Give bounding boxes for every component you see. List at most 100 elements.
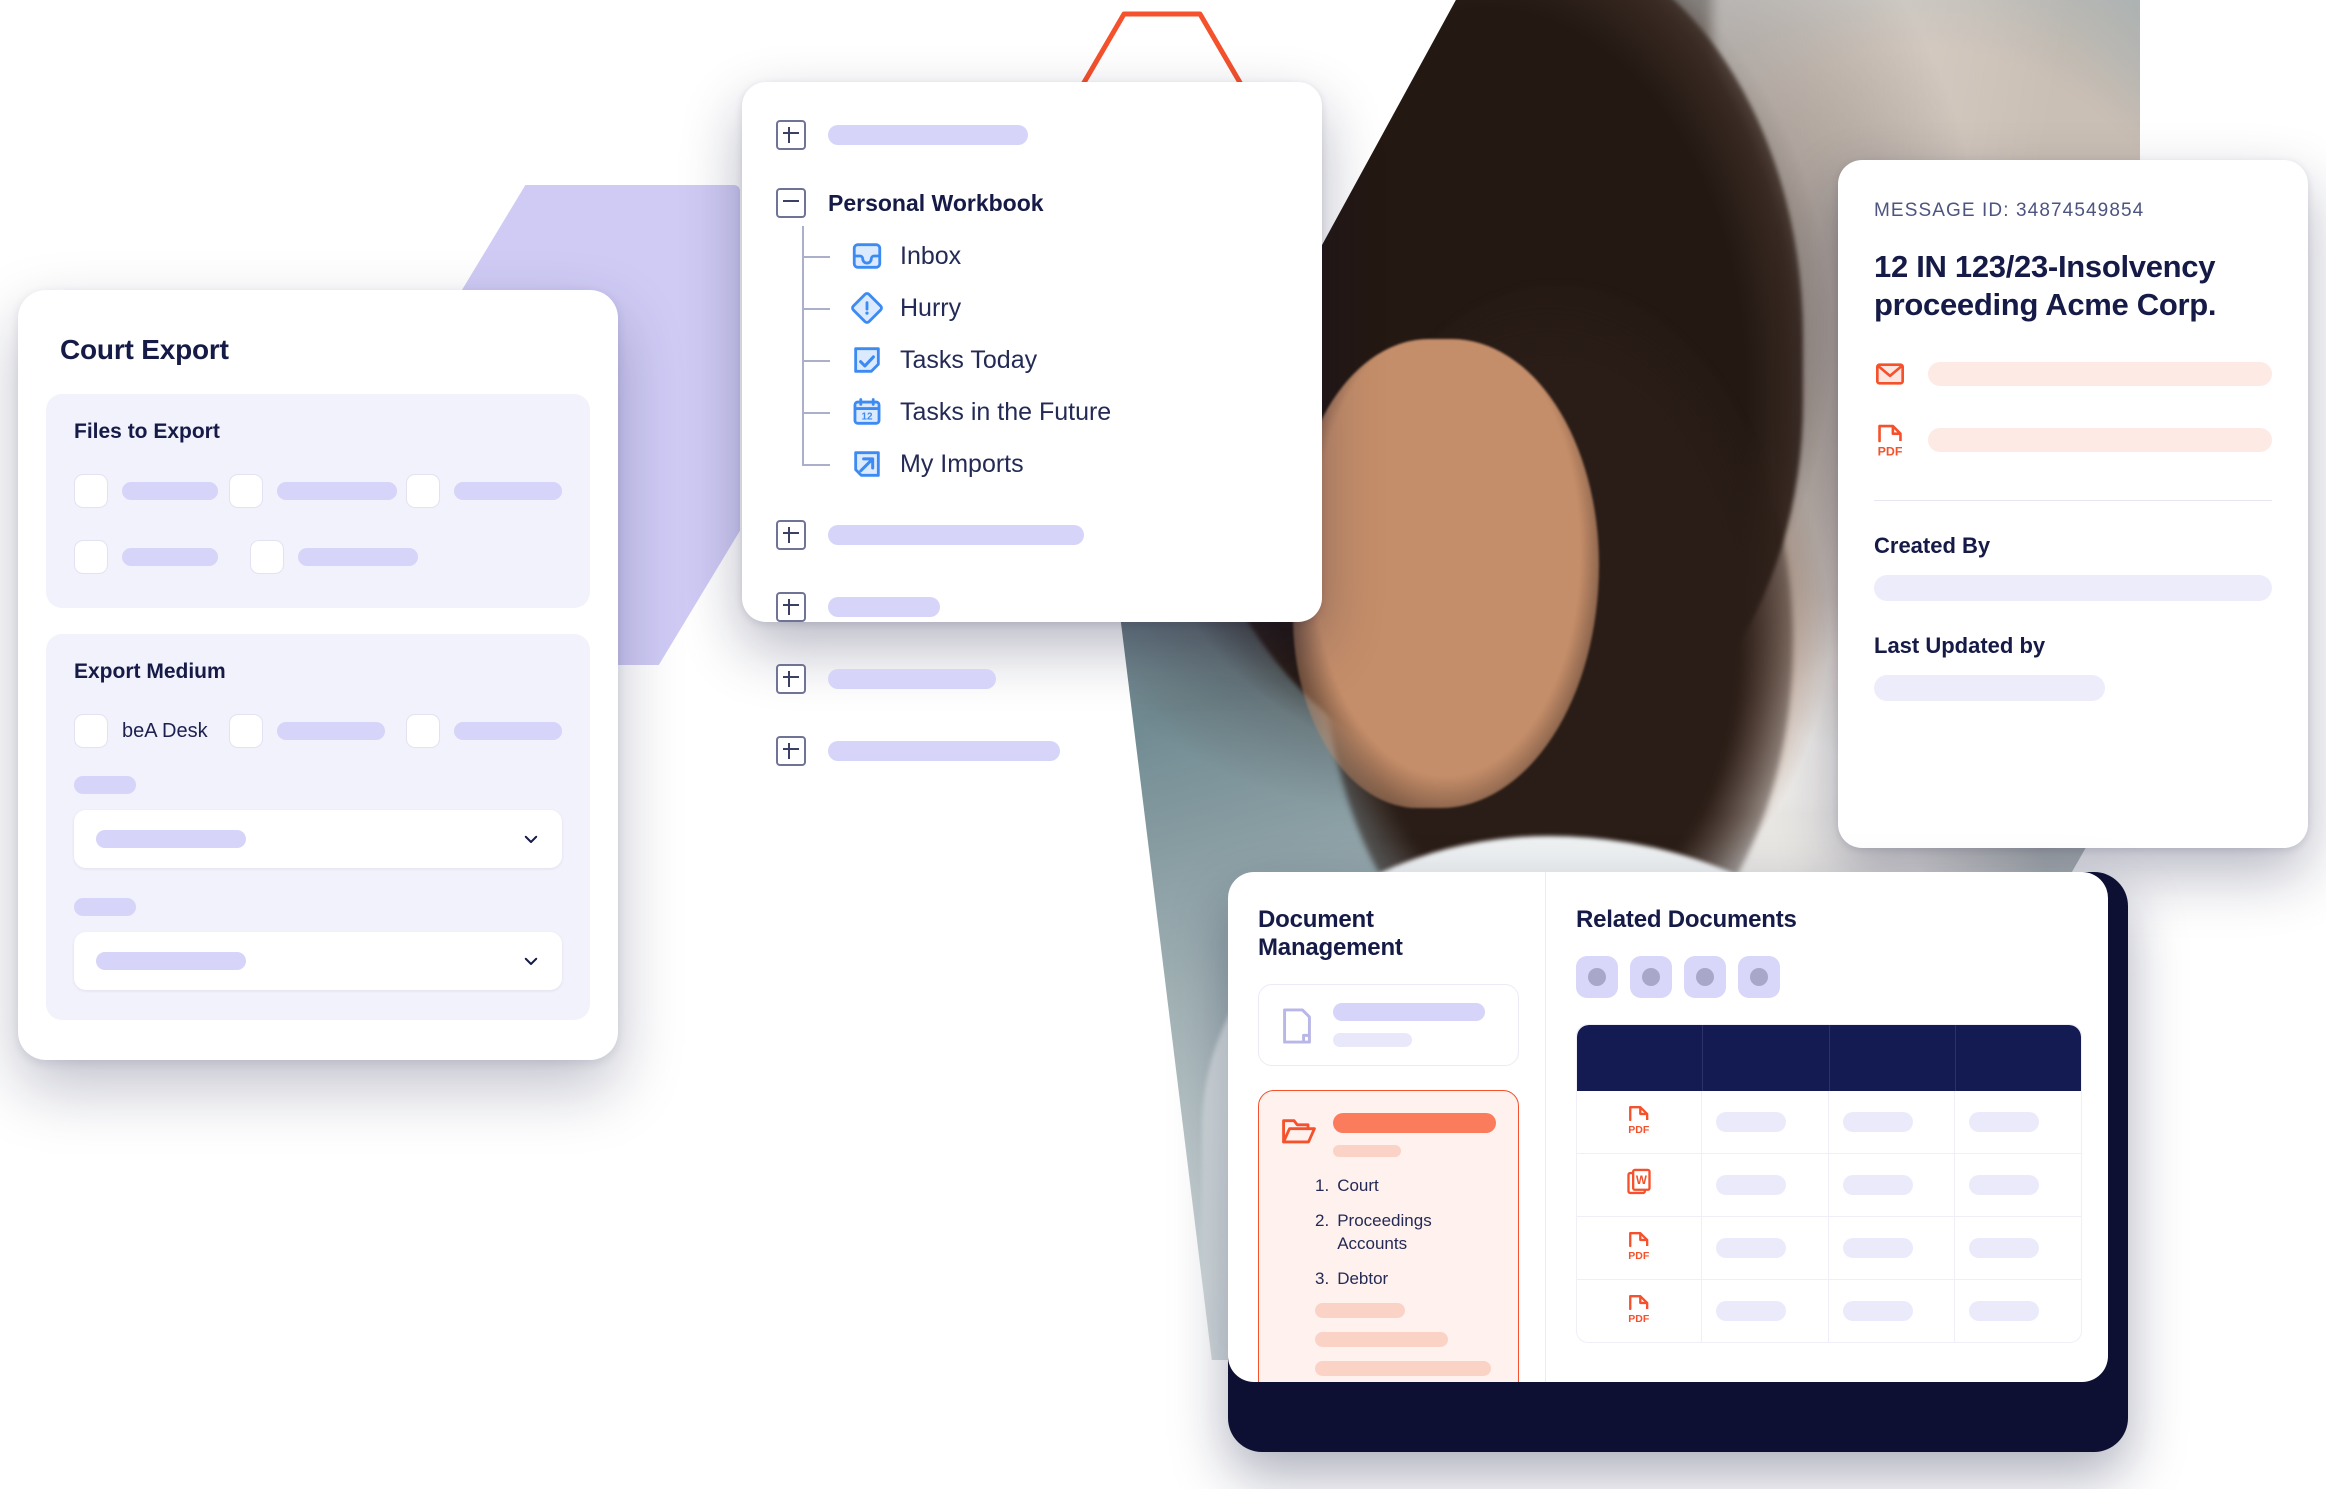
column-header[interactable] [1577,1025,1703,1091]
avatar[interactable] [1684,956,1726,998]
tree-item-label-placeholder [828,525,1084,545]
avatar[interactable] [1630,956,1672,998]
attachment-name-placeholder [1928,361,2272,386]
cell-value-placeholder [1968,1112,2040,1132]
checkbox-icon[interactable] [406,474,440,508]
svg-text:PDF: PDF [1628,1312,1650,1324]
sidebar-item-inbox[interactable]: Inbox [802,230,1322,282]
expand-plus-icon[interactable] [776,664,806,694]
list-item[interactable]: 3. Debtor [1315,1268,1496,1291]
table-cell [1828,1217,1955,1280]
table-row[interactable]: PDF [1577,1280,2081,1342]
message-detail-card: MESSAGE ID: 34874549854 12 IN 123/23-Ins… [1838,160,2308,848]
document-file-card[interactable] [1258,984,1519,1066]
sidebar-item-label: Tasks in the Future [900,397,1112,426]
avatar[interactable] [1576,956,1618,998]
table-row[interactable]: PDF [1577,1091,2081,1154]
tree-row-collapsed[interactable] [742,512,1322,558]
expand-plus-icon[interactable] [776,120,806,150]
tree-row-collapsed[interactable] [742,112,1322,158]
avatar-icon [1642,968,1660,986]
attachment-row-pdf[interactable]: PDF [1874,424,2272,458]
table-row[interactable]: PDF [1577,1217,2081,1280]
column-header[interactable] [1954,1025,2081,1091]
checkbox-icon[interactable] [74,474,108,508]
pdf-icon: PDF [1628,1105,1650,1135]
related-documents-table-wrapper: PDF W PDF PDF [1576,1024,2082,1343]
sidebar-item-my-imports[interactable]: My Imports [802,438,1322,490]
file-option-label-placeholder [122,482,218,500]
table-cell [1702,1154,1829,1217]
sidebar-item-hurry[interactable]: Hurry [802,282,1322,334]
svg-text:PDF: PDF [1878,444,1903,458]
column-header[interactable] [1828,1025,1955,1091]
file-checkbox-option[interactable] [74,540,250,574]
tree-row-collapsed[interactable] [742,656,1322,702]
files-checkbox-row [74,474,562,508]
checkbox-icon[interactable] [229,714,264,748]
folder-card-lines [1333,1113,1496,1157]
checkbox-icon[interactable] [406,714,440,748]
task-check-icon [850,343,884,377]
svg-text:W: W [1636,1174,1647,1187]
file-checkbox-option[interactable] [406,474,562,508]
tree-row-collapsed[interactable] [742,728,1322,774]
checkbox-icon[interactable] [74,540,108,574]
tree-item-label-placeholder [828,597,940,617]
calendar-12-icon: 12 [850,395,884,429]
export-medium-option[interactable] [229,714,406,748]
table-cell [1954,1217,2081,1280]
export-medium-title: Export Medium [74,660,226,683]
list-item[interactable]: 1. Court [1315,1175,1496,1198]
select-field-label-placeholder [74,898,136,916]
folder-meta-placeholder [1333,1145,1402,1157]
document-folder-card[interactable]: 1. Court 2. Proceedings Accounts 3. Debt… [1258,1090,1519,1382]
pdf-icon: PDF [1628,1231,1650,1261]
checkbox-icon[interactable] [74,714,108,748]
folder-card-header [1281,1113,1496,1157]
export-medium-select-1[interactable] [74,810,562,868]
cell-value-placeholder [1968,1238,2040,1258]
cell-value-placeholder [1716,1301,1787,1321]
collapse-minus-icon[interactable] [776,188,806,218]
checkbox-icon[interactable] [250,540,284,574]
attachment-row-email[interactable] [1874,358,2272,390]
related-documents-column: Related Documents PDF W PDF PDF [1546,872,2108,1382]
pdf-icon: PDF [1628,1294,1650,1324]
court-export-card: Court Export Files to Export Export Medi… [18,290,618,1060]
sidebar-item-tasks-today[interactable]: Tasks Today [802,334,1322,386]
message-id-label: MESSAGE ID: 34874549854 [1874,200,2145,221]
list-item[interactable]: 2. Proceedings Accounts [1315,1210,1496,1256]
tree-item-label-placeholder [828,125,1028,145]
export-medium-select-2[interactable] [74,932,562,990]
files-to-export-group: Files to Export [46,394,590,608]
avatar-icon [1750,968,1768,986]
cell-value-placeholder [1842,1175,1913,1195]
file-checkbox-option[interactable] [74,474,229,508]
table-row[interactable]: W [1577,1154,2081,1217]
table-header [1577,1025,2081,1091]
tree-children-list: Inbox Hurry Tasks Today 12 Tasks in the … [802,226,1322,490]
avatar[interactable] [1738,956,1780,998]
related-documents-title: Related Documents [1576,906,1797,933]
table-header-row [1577,1025,2081,1091]
last-updated-by-value-placeholder [1874,674,2105,701]
file-checkbox-option[interactable] [229,474,406,508]
sidebar-item-tasks-future[interactable]: 12 Tasks in the Future [802,386,1322,438]
table-cell [1702,1091,1829,1154]
table-cell [1702,1280,1829,1342]
workbook-tree: Personal Workbook Inbox Hurry Tasks Toda… [742,82,1322,774]
expand-plus-icon[interactable] [776,592,806,622]
export-medium-option-bea-desk[interactable]: beA Desk [74,714,229,748]
file-option-label-placeholder [298,548,418,566]
file-checkbox-option[interactable] [250,540,418,574]
table-cell [1829,1280,1955,1342]
column-header[interactable] [1702,1025,1829,1091]
export-medium-option[interactable] [406,714,562,748]
expand-plus-icon[interactable] [776,520,806,550]
checkbox-icon[interactable] [229,474,264,508]
expand-plus-icon[interactable] [776,736,806,766]
sidebar-item-label: My Imports [900,449,1024,478]
tree-row-collapsed[interactable] [742,584,1322,630]
tree-row-personal-workbook[interactable]: Personal Workbook [742,180,1322,226]
